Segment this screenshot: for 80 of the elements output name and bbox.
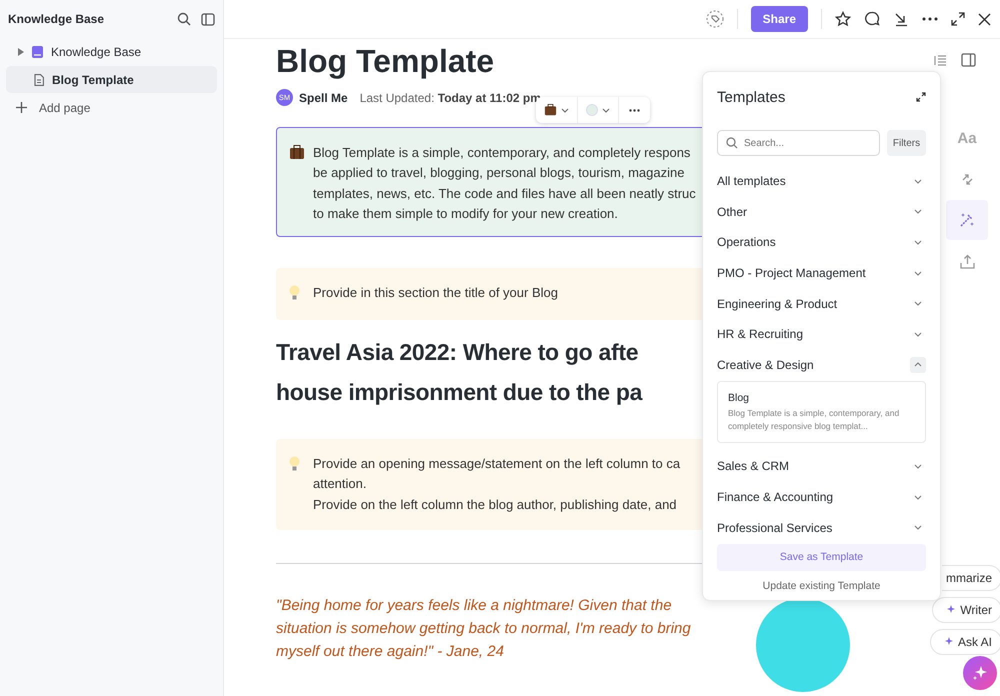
download-icon[interactable] bbox=[893, 11, 909, 27]
category-item[interactable]: Professional Services bbox=[717, 512, 926, 543]
page-title: Blog Template bbox=[276, 42, 494, 81]
intro-text-line: Blog Template is a simple, contemporary, and completely respons bbox=[313, 144, 692, 162]
sidebar-title: Knowledge Base bbox=[8, 12, 106, 26]
star-icon[interactable] bbox=[835, 11, 851, 27]
template-card[interactable]: Blog Blog Template is a simple, contemporary, and completely responsive blog templat... bbox=[717, 381, 926, 444]
plus-icon bbox=[16, 102, 27, 113]
chevron-down-icon[interactable] bbox=[602, 108, 610, 112]
template-description: Blog Template is a simple, contemporary, and completely responsive blog templat... bbox=[728, 407, 900, 432]
chevron-down-icon bbox=[914, 332, 922, 337]
sidebar-panel-icon[interactable] bbox=[961, 53, 976, 67]
author-name: Spell Me bbox=[299, 90, 348, 104]
save-as-template-button[interactable]: Save as Template bbox=[717, 544, 926, 571]
color-swatch-icon[interactable] bbox=[586, 104, 598, 116]
tip-text-line: attention. bbox=[313, 475, 368, 494]
expand-icon[interactable] bbox=[916, 92, 926, 102]
panel-title: Templates bbox=[717, 88, 786, 106]
category-item[interactable]: Finance & Accounting bbox=[717, 482, 926, 512]
search-field[interactable]: Search... bbox=[717, 130, 880, 156]
ai-action-button[interactable]: Writer bbox=[932, 597, 1000, 623]
filters-button[interactable]: Filters bbox=[887, 130, 926, 156]
tip-text-line: Provide on the left column the blog author, publishing date, and bbox=[313, 496, 678, 514]
search-icon[interactable] bbox=[177, 12, 191, 26]
comment-icon[interactable] bbox=[864, 11, 880, 27]
template-title: Blog bbox=[728, 392, 750, 404]
lightbulb-icon bbox=[289, 456, 300, 472]
category-item[interactable]: Other bbox=[717, 196, 926, 228]
chevron-down-icon bbox=[914, 178, 922, 184]
expand-icon[interactable] bbox=[951, 12, 965, 26]
chevron-down-icon bbox=[914, 494, 922, 500]
sparkle-icon bbox=[943, 637, 953, 647]
more-icon[interactable] bbox=[629, 108, 640, 112]
blog-heading-line: Travel Asia 2022: Where to go afte bbox=[276, 338, 638, 368]
category-item[interactable]: Operations bbox=[717, 227, 926, 258]
sparkle-icon bbox=[972, 665, 988, 681]
category-item[interactable]: HR & Recruiting bbox=[717, 318, 926, 350]
sparkle-icon bbox=[945, 605, 956, 615]
lightbulb-icon bbox=[289, 285, 300, 302]
magic-wand-icon bbox=[959, 212, 975, 228]
add-page-button[interactable]: Add page bbox=[6, 94, 217, 121]
chevron-down-icon bbox=[914, 270, 922, 276]
ai-action-button[interactable]: mmarize bbox=[942, 565, 1000, 591]
ai-action-button[interactable]: Ask AI bbox=[930, 629, 1000, 655]
tag-icon[interactable] bbox=[706, 10, 724, 28]
category-item[interactable]: PMO - Project Management bbox=[717, 258, 926, 288]
intro-text-line: be applied to travel, blogging, personal blogs, tourism, magazine bbox=[313, 164, 686, 182]
intro-text-line: templates, news, etc. The code and files have all been neatly struc bbox=[313, 184, 696, 203]
ai-assistant-button[interactable] bbox=[963, 656, 997, 690]
close-icon[interactable] bbox=[978, 12, 991, 26]
sidebar-toggle-icon[interactable] bbox=[201, 12, 215, 26]
sidebar-item[interactable]: Knowledge Base bbox=[6, 38, 217, 65]
share-button[interactable]: Share bbox=[750, 6, 808, 32]
intro-text-line: to make them simple to modify for your new creation. bbox=[313, 204, 619, 223]
chevron-down-icon bbox=[914, 525, 922, 530]
suitcase-icon bbox=[289, 145, 305, 160]
category-item[interactable]: All templates bbox=[717, 166, 926, 197]
chevron-down-icon bbox=[914, 240, 922, 245]
chevron-down-icon[interactable] bbox=[561, 108, 569, 112]
blog-heading-line: house imprisonment due to the pa bbox=[276, 378, 642, 408]
document-icon bbox=[34, 74, 44, 86]
category-item[interactable]: Sales & CRM bbox=[717, 451, 926, 482]
category-item[interactable]: Creative & Design bbox=[717, 350, 926, 380]
search-icon bbox=[726, 137, 738, 149]
more-icon[interactable] bbox=[922, 17, 938, 21]
sidebar-item[interactable]: Blog Template bbox=[6, 66, 217, 93]
update-template-button[interactable]: Update existing Template bbox=[717, 570, 926, 601]
chevron-up-icon bbox=[914, 362, 922, 368]
outline-icon[interactable] bbox=[934, 54, 947, 66]
tip-text-line: Provide an opening message/statement on the left column to ca bbox=[313, 455, 680, 474]
quote-text: "Being home for years feels like a nightmare! Given that the situation is somehow getting back to normal, I'm ready to bring myself out there again!" - Jane, 24 bbox=[276, 596, 692, 662]
upload-icon bbox=[960, 254, 974, 268]
chevron-down-icon bbox=[914, 209, 922, 214]
chevron-down-icon bbox=[914, 301, 922, 306]
category-item[interactable]: Engineering & Product bbox=[717, 288, 926, 319]
tip-text-line: Provide in this section the title of your Blog bbox=[313, 284, 558, 302]
chevron-down-icon bbox=[914, 464, 922, 469]
caret-icon[interactable] bbox=[18, 48, 24, 56]
book-icon bbox=[32, 46, 43, 58]
suitcase-icon[interactable] bbox=[544, 104, 557, 116]
